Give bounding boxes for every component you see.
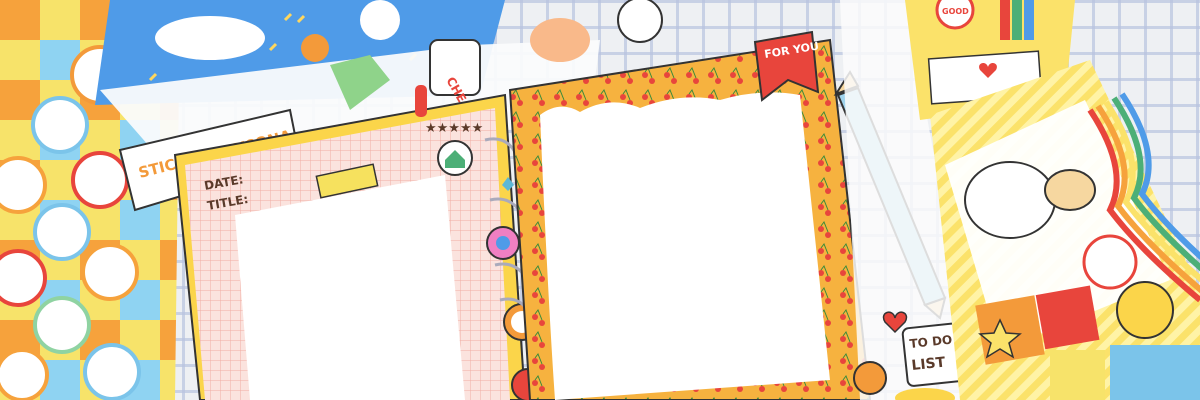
paperclip-icon [415, 85, 427, 117]
writing-area-left [235, 175, 465, 400]
flower-sticker-icon [486, 226, 520, 260]
photo-canvas: CHE STICKER DAYCONA DATE: TITLE: ★★★★★ [0, 0, 1200, 400]
star-row: ★★★★★ [425, 121, 483, 136]
svg-text:★★★★★: ★★★★★ [425, 121, 483, 136]
writing-area-right [540, 92, 830, 400]
house-sticker-icon [437, 140, 473, 176]
good-text: GOOD [942, 7, 969, 16]
seal-sticker [155, 16, 265, 60]
sticker-notepad-photo: CHE STICKER DAYCONA DATE: TITLE: ★★★★★ [0, 0, 1200, 400]
speech-bubble-sticker [964, 161, 1056, 239]
notepad-right-page: FOR YOU [508, 30, 872, 400]
